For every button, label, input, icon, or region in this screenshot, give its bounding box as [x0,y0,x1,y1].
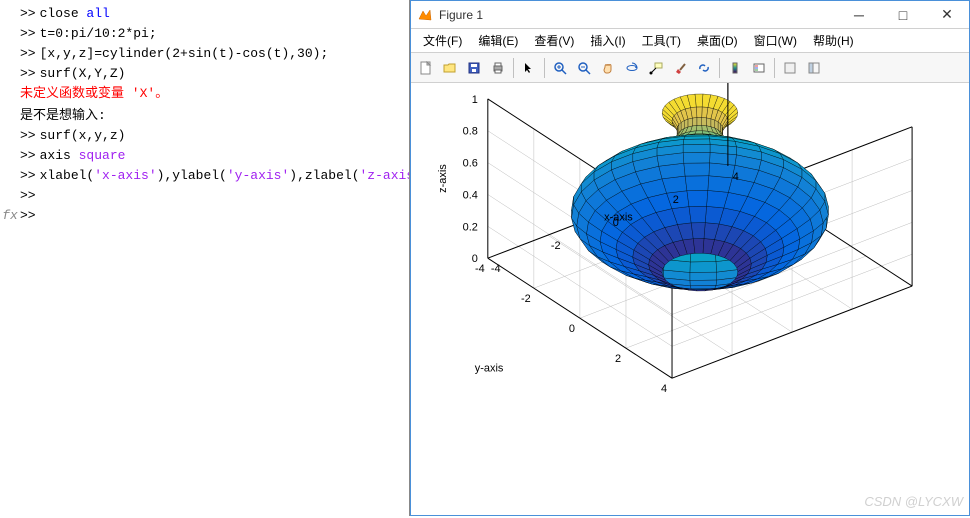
pointer-button[interactable] [518,57,540,79]
prompt: >> [20,45,40,63]
matlab-figure-icon [417,7,433,23]
code-line: surf(X,Y,Z) [40,65,126,83]
menu-item[interactable]: 插入(I) [582,30,633,51]
menu-item[interactable]: 查看(V) [526,30,582,51]
prompt: >> [20,147,40,165]
prompt: >> [20,207,40,225]
prompt: >> [20,25,40,43]
code-line: close all [40,5,110,23]
menu-item[interactable]: 工具(T) [634,30,689,51]
prompt: >> [20,5,40,23]
zoom-out-button[interactable] [573,57,595,79]
new-figure-button[interactable] [415,57,437,79]
surface [572,94,829,291]
menu-item[interactable]: 桌面(D) [689,30,746,51]
menu-item[interactable]: 帮助(H) [805,30,862,51]
svg-text:2: 2 [615,353,621,365]
axes-canvas[interactable]: -4-2024-4-202400.20.40.60.81x-axisy-axis… [411,83,969,515]
svg-text:4: 4 [661,383,667,395]
svg-text:2: 2 [673,194,679,206]
svg-text:-2: -2 [551,240,561,252]
code-line: 是不是想输入: [20,107,106,125]
close-button[interactable]: ✕ [925,1,969,29]
separator [544,58,545,78]
insert-colorbar-button[interactable] [724,57,746,79]
minimize-button[interactable]: ─ [837,1,881,29]
code-line: axis square [40,147,126,165]
code-line: 未定义函数或变量 'X'。 [20,85,168,103]
svg-text:y-axis: y-axis [475,363,504,375]
rotate-button[interactable] [621,57,643,79]
svg-text:-4: -4 [491,263,501,275]
svg-text:-2: -2 [521,293,531,305]
svg-text:0.6: 0.6 [463,158,478,170]
link-button[interactable] [693,57,715,79]
code-line: surf(x,y,z) [40,127,126,145]
print-button[interactable] [487,57,509,79]
code-line: t=0:pi/10:2*pi; [40,25,157,43]
figure-window: Figure 1 ─ □ ✕ 文件(F)编辑(E)查看(V)插入(I)工具(T)… [410,0,970,516]
figure-title: Figure 1 [439,8,837,22]
fx-icon: fx [0,207,20,225]
prompt: >> [20,65,40,83]
prompt: >> [20,167,40,185]
svg-text:0.8: 0.8 [463,126,478,138]
open-button[interactable] [439,57,461,79]
menu-item[interactable]: 窗口(W) [746,30,805,51]
separator [513,58,514,78]
prompt: >> [20,127,40,145]
data-cursor-button[interactable] [645,57,667,79]
separator [774,58,775,78]
svg-text:0: 0 [472,253,478,265]
pan-button[interactable] [597,57,619,79]
svg-text:0.4: 0.4 [463,189,478,201]
menu-item[interactable]: 编辑(E) [470,30,526,51]
svg-text:1: 1 [472,94,478,106]
toolbar [411,53,969,83]
svg-text:0.2: 0.2 [463,221,478,233]
svg-text:4: 4 [733,171,739,183]
maximize-button[interactable]: □ [881,1,925,29]
svg-text:x-axis: x-axis [604,211,633,223]
insert-legend-button[interactable] [748,57,770,79]
menubar: 文件(F)编辑(E)查看(V)插入(I)工具(T)桌面(D)窗口(W)帮助(H) [411,29,969,53]
prompt: >> [20,187,40,205]
command-window[interactable]: >>close all>>t=0:pi/10:2*pi;>>[x,y,z]=cy… [0,0,410,516]
menu-item[interactable]: 文件(F) [415,30,470,51]
hide-tools-button[interactable] [779,57,801,79]
code-line: [x,y,z]=cylinder(2+sin(t)-cos(t),30); [40,45,329,63]
save-button[interactable] [463,57,485,79]
brush-button[interactable] [669,57,691,79]
code-line: xlabel('x-axis'),ylabel('y-axis'),zlabel… [40,167,410,185]
svg-text:0: 0 [569,323,575,335]
separator [719,58,720,78]
dock-button[interactable] [803,57,825,79]
titlebar: Figure 1 ─ □ ✕ [411,1,969,29]
svg-text:z-axis: z-axis [437,164,449,193]
zoom-in-button[interactable] [549,57,571,79]
